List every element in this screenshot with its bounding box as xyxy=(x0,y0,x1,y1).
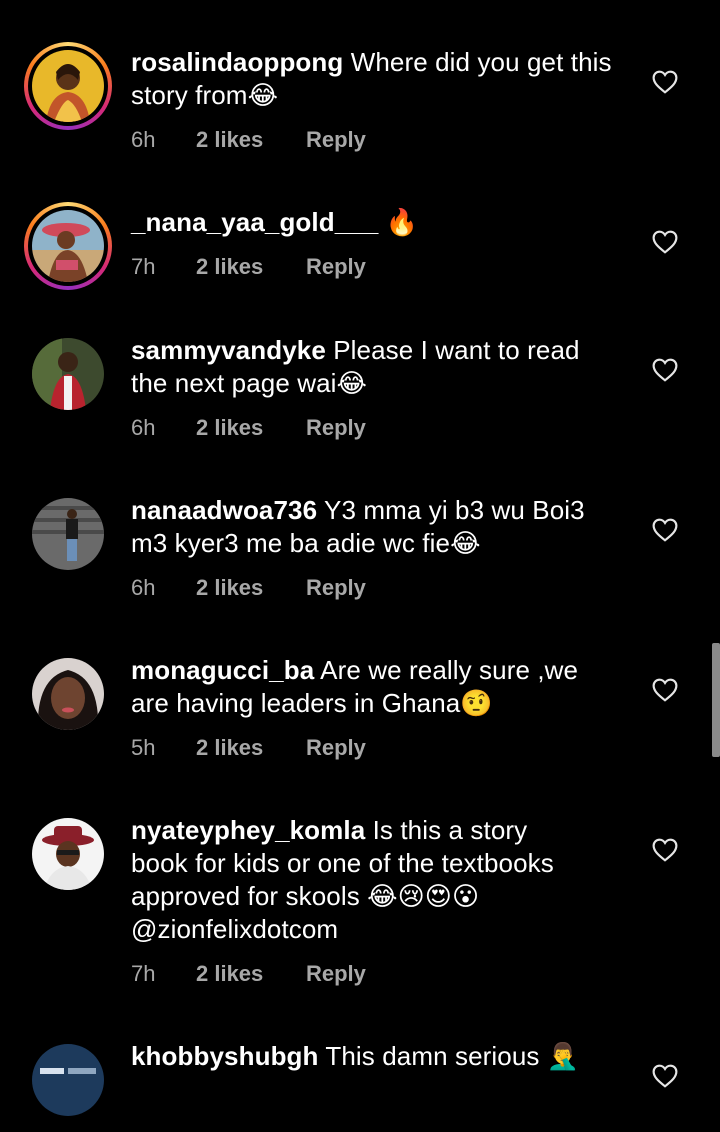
avatar[interactable] xyxy=(24,202,112,290)
comment-time: 5h xyxy=(131,735,156,760)
comment-username[interactable]: rosalindaoppong xyxy=(131,47,343,77)
comment-likes[interactable]: 2 likes xyxy=(196,254,263,280)
comment-time: 6h xyxy=(131,575,156,600)
reply-button[interactable]: Reply xyxy=(306,254,366,280)
comment-time: 7h xyxy=(131,254,156,279)
reply-button[interactable]: Reply xyxy=(306,415,366,441)
avatar[interactable] xyxy=(24,338,112,426)
man-red-hat-avatar xyxy=(32,818,104,890)
woman-standing-avatar xyxy=(32,498,104,570)
comment-body: This damn serious 🤦‍♂️ xyxy=(325,1041,580,1071)
man-portrait-avatar xyxy=(32,338,104,410)
comment-likes[interactable]: 2 likes xyxy=(196,415,263,441)
comment-likes[interactable]: 2 likes xyxy=(196,961,263,987)
heart-icon[interactable] xyxy=(652,838,678,862)
comment-username[interactable]: khobbyshubgh xyxy=(131,1041,319,1071)
avatar[interactable] xyxy=(24,42,112,130)
heart-icon[interactable] xyxy=(652,230,678,254)
reply-button[interactable]: Reply xyxy=(306,961,366,987)
comment-username[interactable]: _nana_yaa_gold___ xyxy=(131,207,378,237)
heart-icon[interactable] xyxy=(652,358,678,382)
comment-likes[interactable]: 2 likes xyxy=(196,127,263,153)
woman-closeup-avatar xyxy=(32,658,104,730)
comment-text: rosalindaoppong Where did you get this s… xyxy=(131,46,631,112)
beach-portrait-avatar xyxy=(32,210,104,282)
comment-text: monagucci_ba Are we really sure ,we are … xyxy=(131,654,631,720)
woman-portrait-avatar xyxy=(32,50,104,122)
scrollbar[interactable] xyxy=(712,643,720,757)
heart-icon[interactable] xyxy=(652,70,678,94)
comment-time: 6h xyxy=(131,415,156,440)
comment-likes[interactable]: 2 likes xyxy=(196,735,263,761)
heart-icon[interactable] xyxy=(652,1064,678,1088)
comment-username[interactable]: sammyvandyke xyxy=(131,335,326,365)
blue-logo-avatar xyxy=(32,1044,104,1116)
comment-likes[interactable]: 2 likes xyxy=(196,575,263,601)
heart-icon[interactable] xyxy=(652,678,678,702)
heart-icon[interactable] xyxy=(652,518,678,542)
comment-text: _nana_yaa_gold___ 🔥 xyxy=(131,206,631,239)
comment-text: nanaadwoa736 Y3 mma yi b3 wu Boi3 m3 kye… xyxy=(131,494,631,560)
comment-username[interactable]: monagucci_ba xyxy=(131,655,314,685)
reply-button[interactable]: Reply xyxy=(306,127,366,153)
avatar[interactable] xyxy=(24,818,112,906)
comment-username[interactable]: nyateyphey_komla xyxy=(131,815,365,845)
comment-text: nyateyphey_komla Is this a story book fo… xyxy=(131,814,631,946)
comment-body: 🔥 xyxy=(385,207,419,237)
comment-text: khobbyshubgh This damn serious 🤦‍♂️ xyxy=(131,1040,631,1073)
reply-button[interactable]: Reply xyxy=(306,735,366,761)
avatar[interactable] xyxy=(24,1044,112,1132)
reply-button[interactable]: Reply xyxy=(306,575,366,601)
comment-username[interactable]: nanaadwoa736 xyxy=(131,495,317,525)
avatar[interactable] xyxy=(24,658,112,746)
comment-time: 6h xyxy=(131,127,156,152)
comment-time: 7h xyxy=(131,961,156,986)
avatar[interactable] xyxy=(24,498,112,586)
comment-text: sammyvandyke Please I want to read the n… xyxy=(131,334,631,400)
